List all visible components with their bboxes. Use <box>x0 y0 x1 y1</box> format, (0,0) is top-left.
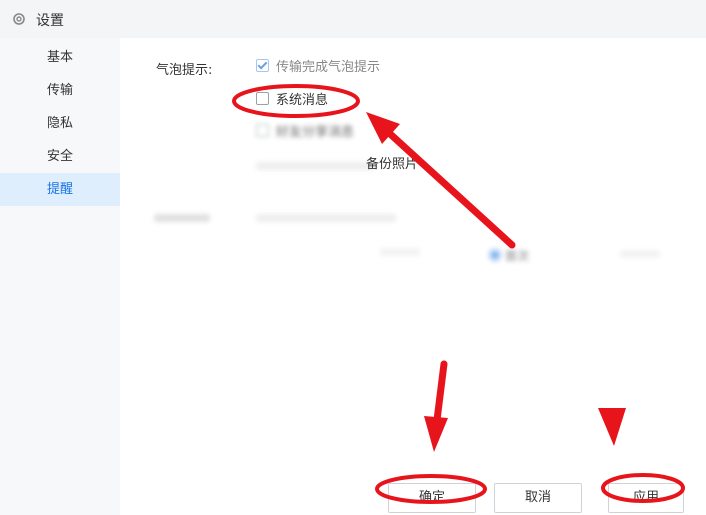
sidebar-item-basic[interactable]: 基本 <box>0 41 120 74</box>
option-transfer-complete[interactable]: 传输完成气泡提示 <box>256 59 380 77</box>
blurred-text <box>620 250 660 258</box>
checkbox-icon[interactable] <box>256 124 269 137</box>
option-system-message[interactable]: 系统消息 <box>256 92 328 110</box>
ok-button[interactable]: 确定 <box>388 483 476 513</box>
sidebar-item-transfer[interactable]: 传输 <box>0 74 120 107</box>
sidebar-item-reminder[interactable]: 提醒 <box>0 173 120 206</box>
gear-icon <box>13 13 25 25</box>
settings-content: 气泡提示: 传输完成气泡提示 系统消息 好友分享消息 备份照片 首次 确定 取消… <box>120 38 706 515</box>
option-label: 系统消息 <box>276 93 329 108</box>
blurred-setting-row <box>256 162 376 170</box>
cancel-button[interactable]: 取消 <box>494 483 582 513</box>
bubble-tip-label: 气泡提示: <box>156 63 213 78</box>
apply-button[interactable]: 应用 <box>608 483 684 513</box>
radio-label: 首次 <box>505 249 530 263</box>
option-friend-share[interactable]: 好友分享消息 <box>256 124 354 142</box>
window-title: 设置 <box>36 13 64 29</box>
option-label: 传输完成气泡提示 <box>276 60 381 75</box>
title-bar: 设置 <box>0 0 706 38</box>
backup-photo-text: 备份照片 <box>366 157 419 172</box>
checkbox-checked-icon[interactable] <box>256 59 269 72</box>
settings-sidebar: 基本 传输 隐私 安全 提醒 <box>0 38 120 515</box>
blurred-label <box>154 214 210 222</box>
option-label: 好友分享消息 <box>276 125 355 140</box>
sidebar-item-security[interactable]: 安全 <box>0 140 120 173</box>
blurred-setting-row <box>256 214 396 222</box>
radio-selected-icon[interactable] <box>489 249 501 261</box>
blurred-text <box>380 248 420 256</box>
radio-first-time[interactable]: 首次 <box>489 248 529 264</box>
checkbox-icon[interactable] <box>256 92 269 105</box>
sidebar-item-privacy[interactable]: 隐私 <box>0 107 120 140</box>
